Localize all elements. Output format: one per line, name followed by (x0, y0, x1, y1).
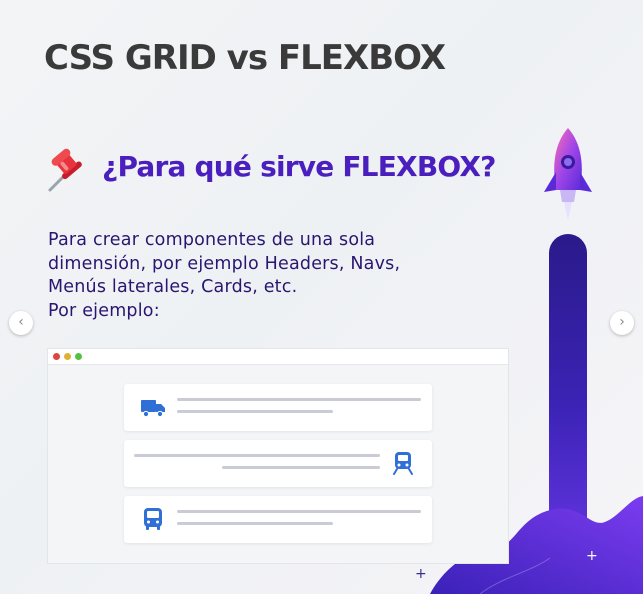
carousel-prev-button[interactable]: ‹ (9, 311, 33, 335)
description-line: dimensión, por ejemplo Headers, Navs, (48, 253, 401, 274)
placeholder-line (222, 466, 380, 469)
placeholder-line (177, 410, 333, 413)
description-text: Para crear componentes de una sola dimen… (48, 229, 528, 323)
carousel-next-button[interactable]: › (610, 311, 634, 335)
window-close-dot (53, 353, 60, 360)
rocket-icon (544, 128, 592, 220)
card-item (124, 440, 432, 487)
section-heading: ¿Para qué sirve FLEXBOX? (102, 150, 496, 183)
placeholder-line (177, 510, 421, 513)
plus-decoration: + (586, 548, 598, 564)
train-icon (393, 452, 413, 475)
description-line: Para crear componentes de una sola (48, 230, 376, 250)
truck-icon (141, 400, 165, 418)
page-title: CSS GRID vs FLEXBOX (44, 38, 446, 78)
window-maximize-dot (75, 353, 82, 360)
pushpin-icon (48, 148, 82, 192)
placeholder-line (134, 454, 380, 457)
plus-decoration: + (415, 566, 427, 582)
placeholder-line (177, 522, 333, 525)
window-minimize-dot (64, 353, 71, 360)
description-line: Por ejemplo: (48, 300, 160, 321)
browser-toolbar (48, 349, 508, 365)
card-item (124, 384, 432, 431)
placeholder-line (177, 398, 421, 401)
card-item (124, 496, 432, 543)
bus-icon (144, 508, 162, 530)
browser-mockup (47, 348, 509, 564)
description-line: Menús laterales, Cards, etc. (48, 277, 298, 297)
